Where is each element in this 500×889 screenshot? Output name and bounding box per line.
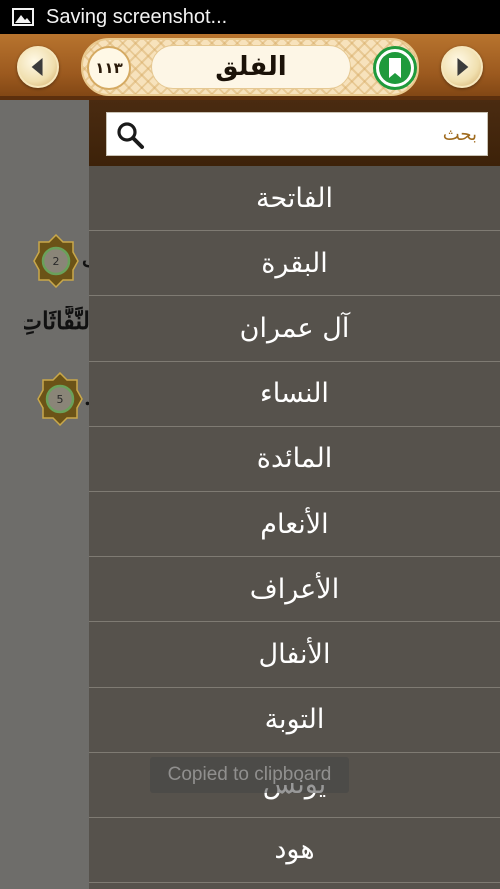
ayah-marker: 5 [37, 372, 83, 426]
list-item[interactable]: المائدة [89, 427, 500, 492]
notification-text: Saving screenshot... [46, 5, 228, 28]
status-bar: Saving screenshot... [0, 0, 500, 34]
page-title: الفلق [215, 52, 287, 82]
surah-name: البقرة [261, 247, 328, 279]
surah-name: الأنعام [260, 508, 329, 540]
surah-name: المائدة [256, 443, 333, 475]
bookmark-icon [379, 52, 411, 84]
surah-name: آل عمران [239, 312, 350, 344]
next-surah-button[interactable] [441, 46, 483, 88]
surah-name: الفاتحة [255, 182, 334, 214]
list-item[interactable]: البقرة [89, 231, 500, 297]
list-item[interactable]: التوبة [89, 688, 500, 753]
surah-number: ١١٣ [95, 59, 123, 77]
previous-surah-button[interactable] [17, 46, 59, 88]
surah-number-badge: ١١٣ [87, 46, 131, 90]
toast-message: Copied to clipboard [167, 764, 332, 785]
list-item[interactable]: الأنعام [89, 492, 500, 558]
surah-name: التوبة [264, 704, 325, 736]
search-bar [89, 100, 500, 166]
surah-name: الأنفال [258, 638, 331, 670]
list-item[interactable]: آل عمران [89, 296, 500, 362]
title-frame: الفلق [151, 45, 351, 89]
list-item[interactable]: الفاتحة [89, 166, 500, 232]
chevron-left-icon [31, 57, 43, 77]
surah-name: النساء [260, 378, 329, 410]
image-icon [12, 8, 34, 26]
surah-title-plaque: ١١٣ الفلق [81, 38, 419, 96]
ayah-marker: 2 [33, 234, 79, 288]
surah-name: هود [274, 834, 315, 866]
chevron-right-icon [457, 57, 469, 77]
bookmark-button[interactable] [373, 46, 417, 90]
ayah-text-fragment: لنَّفَّاثَاتِ [24, 306, 90, 335]
list-item[interactable]: هود [89, 818, 500, 884]
search-box [106, 112, 488, 156]
list-item[interactable]: الأعراف [89, 557, 500, 623]
search-input[interactable] [153, 113, 481, 155]
list-item[interactable]: النساء [89, 362, 500, 427]
surah-name: الأعراف [249, 573, 340, 605]
app-header: ١١٣ الفلق [0, 34, 500, 100]
search-icon[interactable] [115, 120, 145, 150]
list-item[interactable]: الأنفال [89, 622, 500, 688]
toast-notification: Copied to clipboard [150, 757, 349, 793]
